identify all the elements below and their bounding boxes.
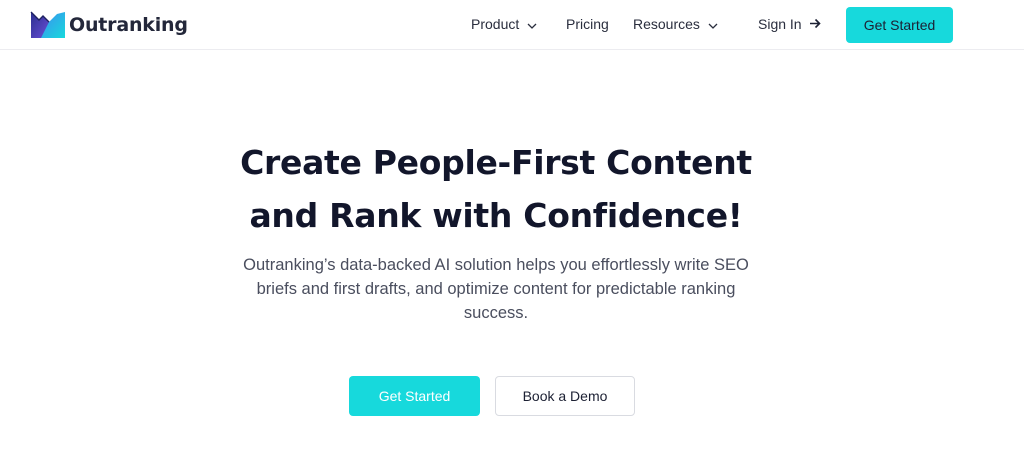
book-demo-button[interactable]: Book a Demo: [495, 376, 635, 416]
top-navbar: Outranking Product Pricing Resources Sig…: [0, 0, 1024, 50]
sign-in-label: Sign In: [758, 16, 802, 32]
nav-product-label: Product: [471, 16, 520, 32]
hero-title-line-2: and Rank with Confidence!: [249, 196, 743, 235]
nav-pricing-label: Pricing: [566, 16, 609, 32]
brand-logo[interactable]: Outranking: [30, 9, 188, 41]
nav-product[interactable]: Product: [471, 16, 537, 32]
brand-name: Outranking: [69, 14, 188, 36]
arrow-right-icon: [809, 16, 821, 32]
nav-resources-label: Resources: [633, 16, 700, 32]
nav-pricing[interactable]: Pricing: [566, 16, 609, 32]
hero-title: Create People-First Content and Rank wit…: [0, 136, 992, 242]
hero-title-line-1: Create People-First Content: [240, 143, 752, 182]
sign-in-link[interactable]: Sign In: [758, 16, 821, 32]
nav-resources[interactable]: Resources: [633, 16, 718, 32]
hero-subtitle: Outranking’s data-backed AI solution hel…: [243, 256, 749, 322]
hero-get-started-button[interactable]: Get Started: [349, 376, 480, 416]
outranking-logo-icon: [30, 11, 65, 38]
chevron-down-icon: [527, 16, 537, 32]
nav-get-started-button[interactable]: Get Started: [846, 7, 953, 43]
chevron-down-icon: [708, 16, 718, 32]
